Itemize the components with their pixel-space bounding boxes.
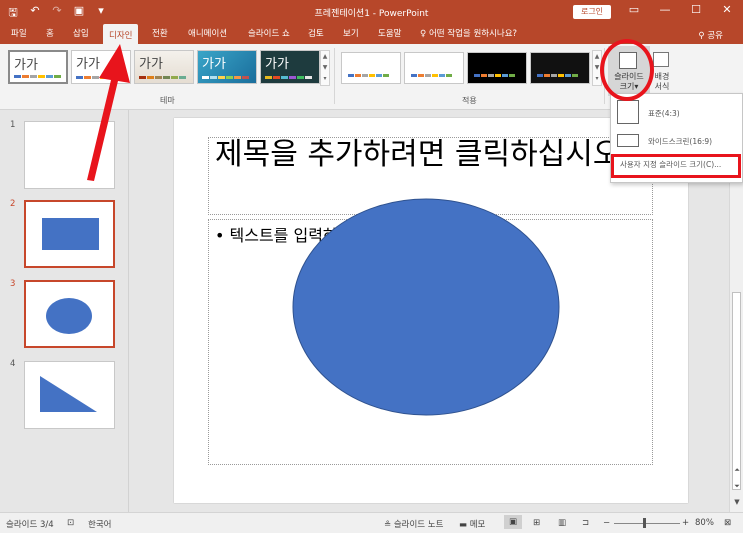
login-button[interactable]: 로그인	[573, 5, 611, 19]
annotation-rectangle	[611, 154, 741, 178]
tab-file[interactable]: 파일	[11, 27, 27, 39]
share-button[interactable]: ⚲ 공유	[698, 29, 723, 41]
theme-sample-text: 가가	[76, 57, 100, 72]
rectangle-shape-thumbnail	[42, 218, 99, 250]
variant-1[interactable]	[341, 52, 401, 84]
tell-me-search[interactable]: ♀ 어떤 작업을 원하시나요?	[420, 27, 517, 39]
themes-scroll[interactable]: ▲ ▼ ▾	[320, 50, 330, 86]
scrollbar-thumb[interactable]	[732, 292, 741, 490]
ellipse-shape[interactable]	[290, 196, 562, 418]
slide-thumbnail-4[interactable]	[24, 361, 115, 429]
menu-item-widescreen[interactable]: 와이드스크린(16:9)	[611, 130, 743, 152]
slide-thumbnail-3[interactable]	[24, 280, 115, 348]
ribbon-display-options-icon[interactable]: ▭	[619, 3, 649, 16]
format-background-label-line1: 배경	[654, 72, 670, 81]
slide-thumbnail-2[interactable]	[24, 200, 115, 268]
theme-sample-text: 가가	[265, 57, 289, 72]
status-bar: 슬라이드 3/4 ⊡ 한국어 ≗ 슬라이드 노트 ▬ 메모 ▣ ⊞ ▥ ⊐ − …	[0, 512, 743, 533]
zoom-in-icon[interactable]: +	[682, 518, 689, 528]
format-background-label-line2: 서식	[654, 82, 670, 91]
normal-view-icon[interactable]: ▣	[504, 515, 522, 529]
theme-facet[interactable]: 가가	[134, 50, 194, 84]
title-bar: 🖫 ↶ ↷ ▣ ▾ 프레젠테이션1 - PowerPoint 로그인 ▭ — ☐…	[0, 0, 743, 24]
theme-ion[interactable]: 가가	[197, 50, 257, 84]
tell-me-text: 어떤 작업을 원하시나요?	[428, 29, 518, 39]
theme-sample-text: 가가	[139, 57, 163, 72]
menu-item-standard-label: 표준(4:3)	[648, 109, 680, 118]
notes-label: 슬라이드 노트	[393, 520, 444, 530]
slide-thumbnail-1[interactable]	[24, 121, 115, 189]
theme-dark[interactable]: 가가	[260, 50, 320, 84]
spellcheck-icon[interactable]: ⊡	[67, 518, 74, 528]
thumbnail-number: 1	[10, 120, 16, 130]
triangle-shape-thumbnail	[40, 376, 97, 412]
thumbnail-number: 4	[10, 359, 16, 369]
group-divider	[334, 48, 335, 104]
variant-3[interactable]	[467, 52, 527, 84]
standard-ratio-icon	[617, 100, 639, 124]
slide-counter: 슬라이드 3/4	[6, 520, 54, 530]
slideshow-view-icon[interactable]: ⊐	[582, 518, 589, 528]
tab-slideshow[interactable]: 슬라이드 쇼	[248, 27, 290, 39]
close-icon[interactable]: ✕	[712, 3, 742, 16]
maximize-icon[interactable]: ☐	[681, 3, 711, 16]
widescreen-ratio-icon	[617, 134, 639, 147]
variant-4[interactable]	[530, 52, 590, 84]
scroll-down-icon[interactable]: ▼	[730, 498, 743, 506]
comment-icon: ▬	[459, 520, 468, 530]
variants-group-label: 적용	[462, 96, 477, 105]
zoom-slider-handle[interactable]	[643, 518, 646, 528]
format-background-icon	[653, 52, 669, 67]
tab-help[interactable]: 도움말	[378, 27, 401, 39]
reading-view-icon[interactable]: ▥	[558, 518, 566, 528]
variant-2[interactable]	[404, 52, 464, 84]
notes-button[interactable]: ≗ 슬라이드 노트	[384, 518, 443, 530]
format-background-button[interactable]: 배경 서식	[651, 46, 673, 96]
person-icon: ⚲	[698, 31, 705, 41]
thumbnail-number: 3	[10, 279, 16, 289]
tab-home[interactable]: 홈	[46, 27, 54, 39]
comments-label: 메모	[469, 520, 486, 530]
lightbulb-icon: ♀	[420, 29, 427, 39]
tab-review[interactable]: 검토	[308, 27, 324, 39]
menu-item-widescreen-label: 와이드스크린(16:9)	[648, 137, 713, 146]
tab-animations[interactable]: 애니메이션	[188, 27, 227, 39]
minimize-icon[interactable]: —	[650, 3, 680, 16]
share-label: 공유	[707, 31, 723, 41]
tab-view[interactable]: 보기	[343, 27, 359, 39]
tab-transitions[interactable]: 전환	[152, 27, 168, 39]
themes-group-label: 테마	[160, 96, 175, 105]
theme-office-2[interactable]: 가가	[71, 50, 131, 84]
slide-sorter-icon[interactable]: ⊞	[533, 518, 540, 528]
next-slide-icon[interactable]: ⏷	[730, 482, 743, 491]
annotation-circle	[600, 39, 654, 101]
zoom-out-icon[interactable]: −	[603, 518, 610, 528]
menu-item-standard[interactable]: 표준(4:3)	[611, 96, 743, 128]
zoom-level[interactable]: 80%	[695, 518, 714, 528]
comments-button[interactable]: ▬ 메모	[459, 518, 485, 530]
fit-to-window-icon[interactable]: ⊠	[724, 518, 731, 528]
theme-sample-text: 가가	[202, 57, 226, 72]
previous-slide-icon[interactable]: ⏶	[730, 466, 743, 475]
theme-sample-text: 가가	[14, 58, 38, 73]
theme-office[interactable]: 가가	[8, 50, 68, 84]
tab-insert[interactable]: 삽입	[73, 27, 89, 39]
thumbnail-number: 2	[10, 199, 16, 209]
tab-design[interactable]: 디자인	[103, 24, 139, 44]
language-indicator[interactable]: 한국어	[88, 518, 111, 530]
notes-icon: ≗	[384, 520, 392, 530]
ellipse-shape-thumbnail	[46, 298, 92, 334]
zoom-slider[interactable]	[614, 523, 680, 524]
